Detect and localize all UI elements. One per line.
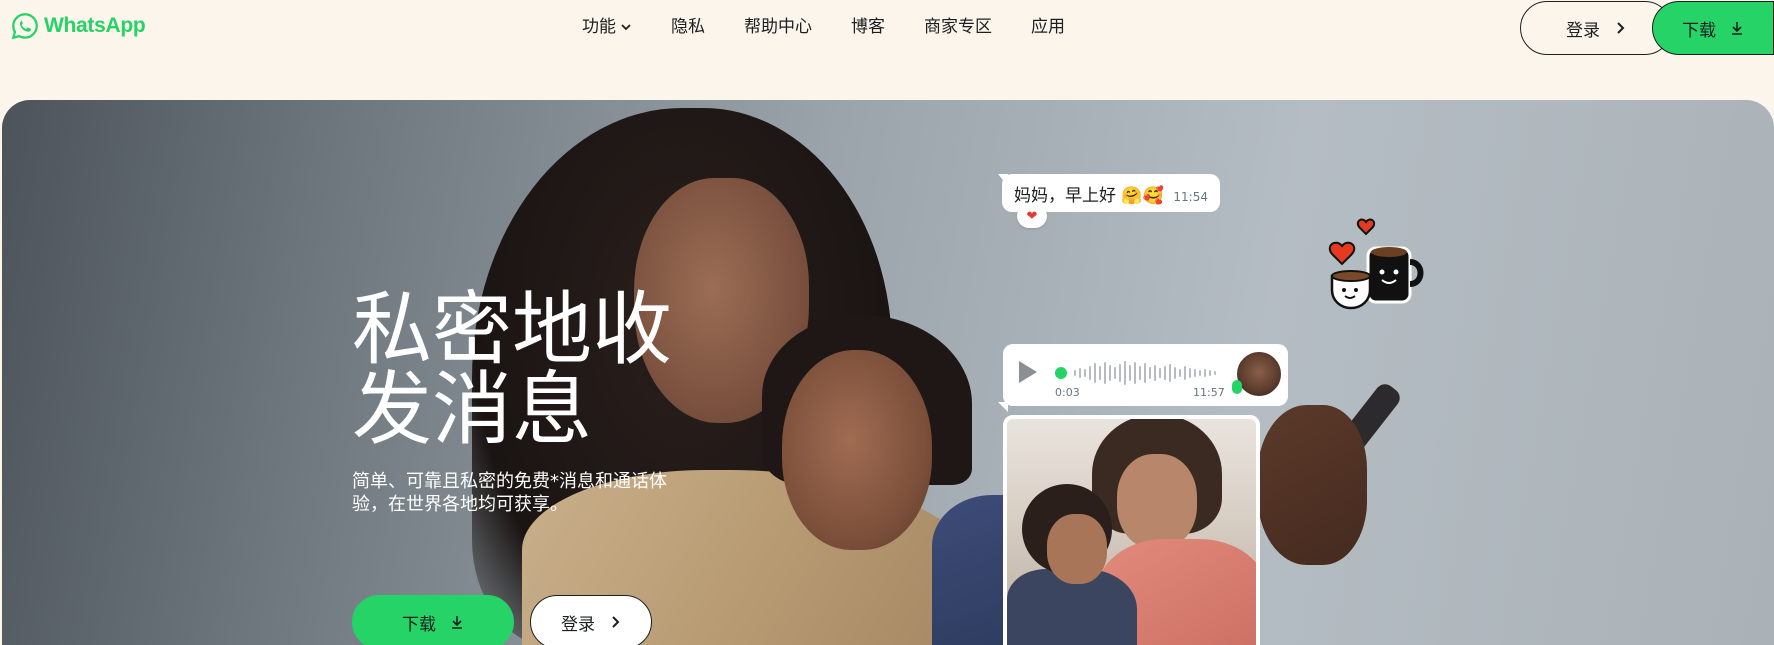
login-button[interactable]: 登录 [1520,1,1672,55]
menu-item-label: 博客 [851,17,885,37]
photo-figure [1047,514,1107,584]
download-button[interactable]: 下载 [1652,1,1774,55]
download-label: 下载 [1682,20,1716,41]
brand-name: WhatsApp [44,14,146,37]
menu-item-label: 帮助中心 [744,17,812,37]
login-label: 登录 [1566,20,1600,41]
menu-item-privacy[interactable]: 隐私 [671,14,705,40]
hero-photo-daughter-face [782,350,932,550]
whatsapp-logo-icon [11,13,38,40]
hero-section: 私密地收 发消息 简单、可靠且私密的免费*消息和通话体验，在世界各地均可获享。 … [2,100,1774,645]
voice-message-bubble: 0:03 11:57 [1003,344,1288,406]
mic-icon [1232,380,1242,394]
menu-item-business[interactable]: 商家专区 [924,14,992,40]
chevron-right-icon [1617,22,1625,34]
message-time: 11:54 [1173,190,1208,204]
hero-login-button[interactable]: 登录 [530,595,652,645]
photo-message[interactable] [1003,415,1260,645]
menu-item-label: 隐私 [671,17,705,37]
heart-reaction-icon: ❤ [1017,204,1047,228]
avatar [1235,350,1283,398]
voice-bubble-tail [998,402,1008,412]
menu-item-blog[interactable]: 博客 [851,14,885,40]
hero-download-button[interactable]: 下载 [352,595,514,645]
chevron-down-icon [621,24,631,31]
play-icon[interactable] [1019,361,1037,383]
hero-photo-hand [1257,405,1367,565]
top-nav: WhatsApp 功能 隐私 帮助中心 博客 商家专区 应用 登录 下载 [0,0,1774,60]
chevron-right-icon [612,616,620,628]
waveform-icon [1074,361,1216,385]
menu-item-help-center[interactable]: 帮助中心 [744,14,812,40]
voice-time: 11:57 [1193,386,1225,399]
main-menu: 功能 隐私 帮助中心 博客 商家专区 应用 [582,14,1104,40]
download-icon [452,616,462,629]
menu-item-label: 商家专区 [924,17,992,37]
photo-figure [1117,454,1197,549]
hero-subtitle: 简单、可靠且私密的免费*消息和通话体验，在世界各地均可获享。 [352,471,667,515]
login-label: 登录 [561,614,595,635]
menu-item-features[interactable]: 功能 [582,14,632,40]
brand-logo[interactable]: WhatsApp [10,10,146,42]
coffee-mugs-sticker-icon [1328,218,1424,310]
hero-title: 私密地收 发消息 [352,290,692,450]
download-icon [1732,22,1742,35]
menu-item-apps[interactable]: 应用 [1031,14,1065,40]
hero-title-line: 发消息 [352,363,592,456]
message-text: 妈妈，早上好 🤗🥰 [1014,185,1164,206]
hero-title-line: 私密地收 [352,283,672,376]
download-label: 下载 [402,614,436,635]
menu-item-label: 应用 [1031,17,1065,37]
voice-progress-dot[interactable] [1055,367,1067,379]
menu-item-label: 功能 [582,17,616,37]
voice-duration: 0:03 [1055,386,1080,399]
